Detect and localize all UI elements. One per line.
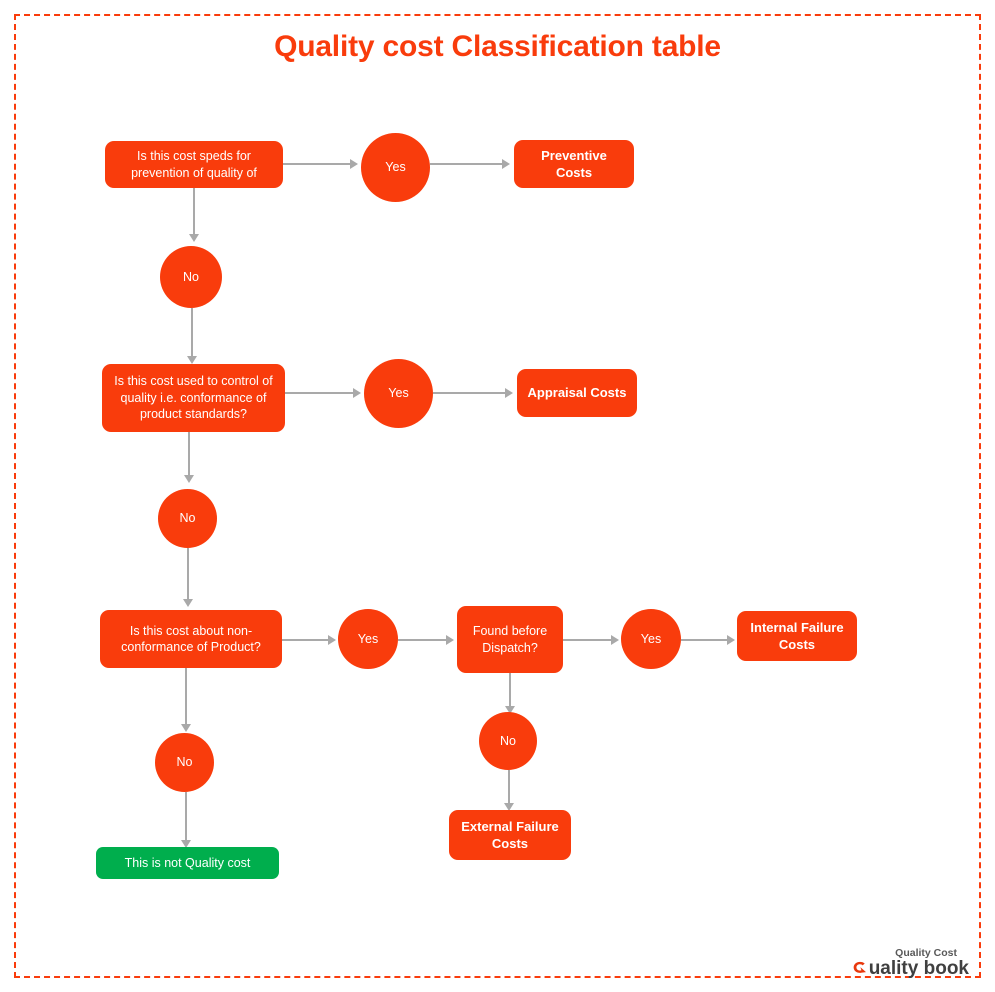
decision-node-4[interactable]: Found before Dispatch? [457,606,563,673]
connector-d3-to-yes3 [282,639,328,641]
logo-tagline: Quality Cost [895,946,957,959]
branch-no-4[interactable]: No [479,712,537,770]
arrowhead-d2-to-yes2 [353,388,361,398]
outcome-preventive-costs[interactable]: Preventive Costs [514,140,634,188]
arrowhead-d1-to-yes1 [350,159,358,169]
arrowhead-no2-to-d3 [183,599,193,607]
outcome-not-quality-cost[interactable]: This is not Quality cost [96,847,279,879]
connector-no2-to-d3 [187,548,189,599]
arrowhead-yes3-to-d4 [446,635,454,645]
connector-d4-to-no4 [509,673,511,706]
outcome-internal-failure-costs[interactable]: Internal Failure Costs [737,611,857,661]
connector-no4-to-external [508,770,510,803]
connector-d1-to-yes1 [283,163,350,165]
connector-d2-to-no2 [188,432,190,475]
connector-no3-to-not-quality-cost [185,792,187,840]
logo-wordmark: uality book [799,959,969,978]
decision-node-1[interactable]: Is this cost speds for prevention of qua… [105,141,283,188]
arrowhead-d3-to-no3 [181,724,191,732]
arrowhead-d3-to-yes3 [328,635,336,645]
branch-yes-2[interactable]: Yes [364,359,433,428]
brand-logo: Quality Cost uality book [799,946,969,978]
connector-yes4-to-internal [681,639,727,641]
branch-yes-1[interactable]: Yes [361,133,430,202]
connector-yes2-to-appraisal [433,392,505,394]
flowchart-canvas: Quality cost Classification table Is thi… [0,0,995,992]
arrowhead-yes4-to-internal [727,635,735,645]
connector-yes1-to-preventive [430,163,502,165]
arrowhead-d1-to-no1 [189,234,199,242]
connector-d4-to-yes4 [563,639,611,641]
arrowhead-d4-to-yes4 [611,635,619,645]
branch-no-3[interactable]: No [155,733,214,792]
branch-no-2[interactable]: No [158,489,217,548]
arrowhead-yes2-to-appraisal [505,388,513,398]
branch-yes-3[interactable]: Yes [338,609,398,669]
outcome-appraisal-costs[interactable]: Appraisal Costs [517,369,637,417]
decision-node-2[interactable]: Is this cost used to control of quality … [102,364,285,432]
outcome-external-failure-costs[interactable]: External Failure Costs [449,810,571,860]
connector-d1-to-no1 [193,188,195,234]
decision-node-3[interactable]: Is this cost about non- conformance of P… [100,610,282,668]
branch-yes-4[interactable]: Yes [621,609,681,669]
connector-d3-to-no3 [185,668,187,724]
connector-yes3-to-d4 [398,639,446,641]
logo-wordmark-text: uality book [868,958,969,979]
stylized-q-icon [850,959,869,978]
branch-no-1[interactable]: No [160,246,222,308]
page-title: Quality cost Classification table [274,30,721,63]
connector-no1-to-d2 [191,308,193,356]
arrowhead-yes1-to-preventive [502,159,510,169]
arrowhead-no1-to-d2 [187,356,197,364]
arrowhead-d2-to-no2 [184,475,194,483]
connector-d2-to-yes2 [285,392,353,394]
